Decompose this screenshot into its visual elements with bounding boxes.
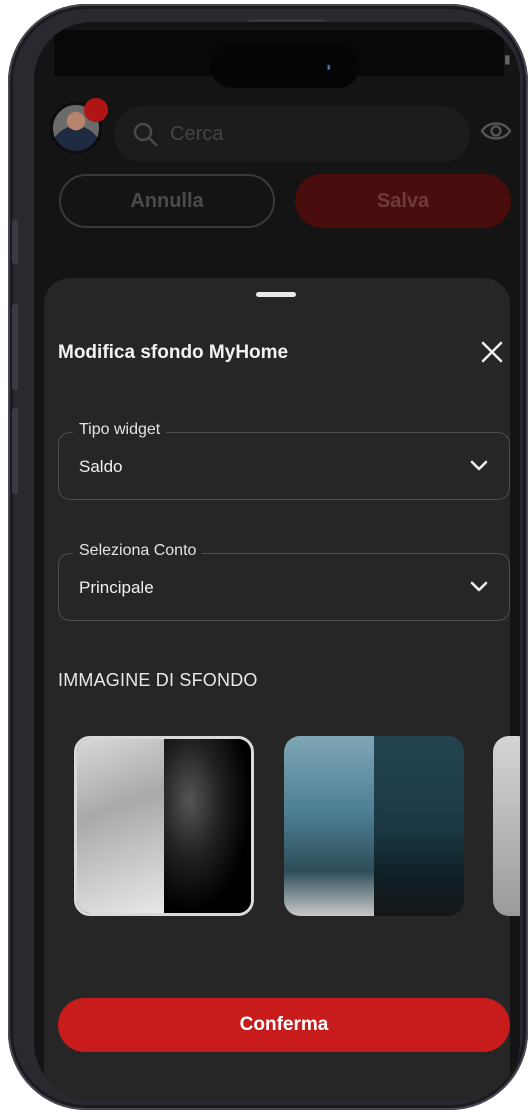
background-option-2[interactable]	[284, 736, 464, 916]
chevron-down-icon	[470, 460, 488, 471]
search-placeholder: Cerca	[170, 122, 224, 145]
wallpaper-light-preview	[284, 736, 374, 916]
bottom-sheet: Modifica sfondo MyHome Tipo widget Saldo…	[44, 278, 520, 1100]
cancel-button[interactable]: Annulla	[59, 174, 275, 228]
battery-icon: ▮	[504, 52, 511, 66]
background-option-1[interactable]	[74, 736, 254, 916]
search-input[interactable]: Cerca	[114, 106, 470, 162]
volume-up-button	[12, 304, 18, 390]
volume-down-button	[12, 408, 18, 494]
wallpaper-preview	[493, 736, 520, 916]
close-icon[interactable]	[478, 338, 506, 366]
widget-type-label: Tipo widget	[73, 421, 167, 439]
wallpaper-dark-preview	[374, 736, 464, 916]
activity-indicator-icon: ◗	[325, 59, 333, 74]
widget-type-value: Saldo	[79, 457, 123, 476]
wallpaper-dark-preview	[164, 739, 251, 913]
eye-icon[interactable]	[480, 118, 512, 144]
widget-type-select[interactable]: Tipo widget Saldo	[58, 421, 510, 500]
account-value: Principale	[79, 578, 154, 597]
mute-switch	[12, 220, 18, 264]
wallpaper-light-preview	[77, 739, 164, 913]
save-button[interactable]: Salva	[295, 174, 511, 228]
sheet-title: Modifica sfondo MyHome	[58, 342, 289, 363]
notification-badge	[84, 98, 108, 122]
search-icon	[133, 122, 158, 147]
chevron-down-icon	[470, 581, 488, 592]
account-select[interactable]: Seleziona Conto Principale	[58, 542, 510, 621]
background-section-title: IMMAGINE DI SFONDO	[58, 670, 258, 690]
background-option-3[interactable]	[493, 736, 520, 916]
phone-frame: ◗ ▮ Cerca Annulla Salva Modifica sfondo …	[8, 4, 528, 1110]
confirm-button[interactable]: Conferma	[58, 998, 510, 1052]
screen: ◗ ▮ Cerca Annulla Salva Modifica sfondo …	[34, 22, 520, 1100]
dynamic-island	[210, 44, 360, 88]
account-label: Seleziona Conto	[73, 542, 203, 560]
sheet-drag-handle[interactable]	[256, 292, 296, 297]
